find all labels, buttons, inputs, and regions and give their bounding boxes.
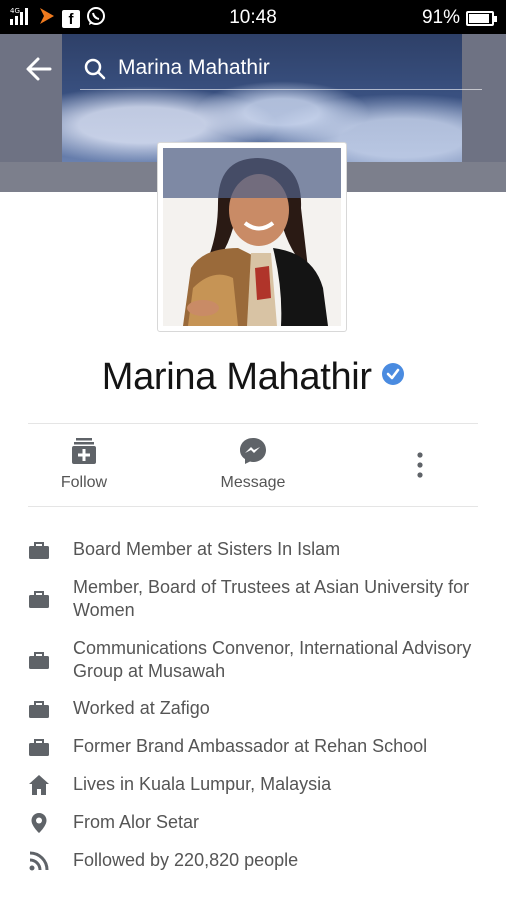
battery-percent: 91% (421, 7, 460, 28)
search-input[interactable]: Marina Mahathir (80, 48, 482, 90)
about-item-text: Worked at Zafigo (73, 698, 210, 718)
about-item-text: Member, Board of Trustees at Asian Unive… (73, 577, 470, 620)
search-query: Marina Mahathir (118, 56, 270, 79)
follow-label: Follow (60, 474, 108, 491)
about-item-text: Followed by 220,820 people (73, 850, 299, 870)
about-item-residence[interactable]: Lives in Kuala Lumpur, Malaysia (28, 773, 473, 796)
profile-photo[interactable] (157, 142, 347, 332)
messenger-icon (240, 438, 266, 464)
about-item-text: From Alor Setar (73, 812, 200, 832)
rss-icon (28, 850, 50, 872)
search-icon (84, 58, 106, 80)
more-options-icon[interactable] (408, 450, 432, 480)
follow-icon (72, 438, 96, 464)
profile-name: Marina Mahathir (101, 356, 372, 398)
about-item-text: Lives in Kuala Lumpur, Malaysia (73, 774, 332, 794)
briefcase-icon (28, 698, 50, 720)
home-icon (28, 774, 50, 796)
verified-badge-icon (382, 363, 405, 385)
briefcase-icon (28, 539, 50, 561)
top-navigation: Marina Mahathir (0, 34, 506, 104)
divider (28, 506, 478, 507)
status-icons-right: 91% (421, 7, 497, 29)
location-pin-icon (28, 812, 50, 834)
battery-icon (466, 10, 497, 26)
briefcase-icon (28, 736, 50, 758)
about-item-work[interactable]: Former Brand Ambassador at Rehan School (28, 735, 473, 758)
about-item-hometown[interactable]: From Alor Setar (28, 811, 473, 834)
briefcase-icon (28, 649, 50, 671)
profile-name-row: Marina Mahathir (0, 356, 506, 399)
about-item-work[interactable]: Board Member at Sisters In Islam (28, 538, 473, 561)
about-item-followers[interactable]: Followed by 220,820 people (28, 849, 473, 872)
status-bar: 4G f 10:48 91% (0, 0, 506, 34)
about-item-work[interactable]: Member, Board of Trustees at Asian Unive… (28, 576, 473, 622)
about-item-work[interactable]: Worked at Zafigo (28, 697, 473, 720)
briefcase-icon (28, 588, 50, 610)
message-label: Message (220, 474, 286, 491)
profile-picture (163, 148, 341, 326)
follow-button[interactable]: Follow (52, 436, 116, 492)
message-button[interactable]: Message (212, 436, 294, 492)
about-item-text: Board Member at Sisters In Islam (73, 539, 341, 559)
back-arrow-icon[interactable] (24, 54, 54, 84)
about-item-work[interactable]: Communications Convenor, International A… (28, 637, 473, 683)
profile-actions: Follow Message (0, 424, 506, 506)
about-item-text: Former Brand Ambassador at Rehan School (73, 736, 428, 756)
about-item-text: Communications Convenor, International A… (73, 638, 472, 681)
